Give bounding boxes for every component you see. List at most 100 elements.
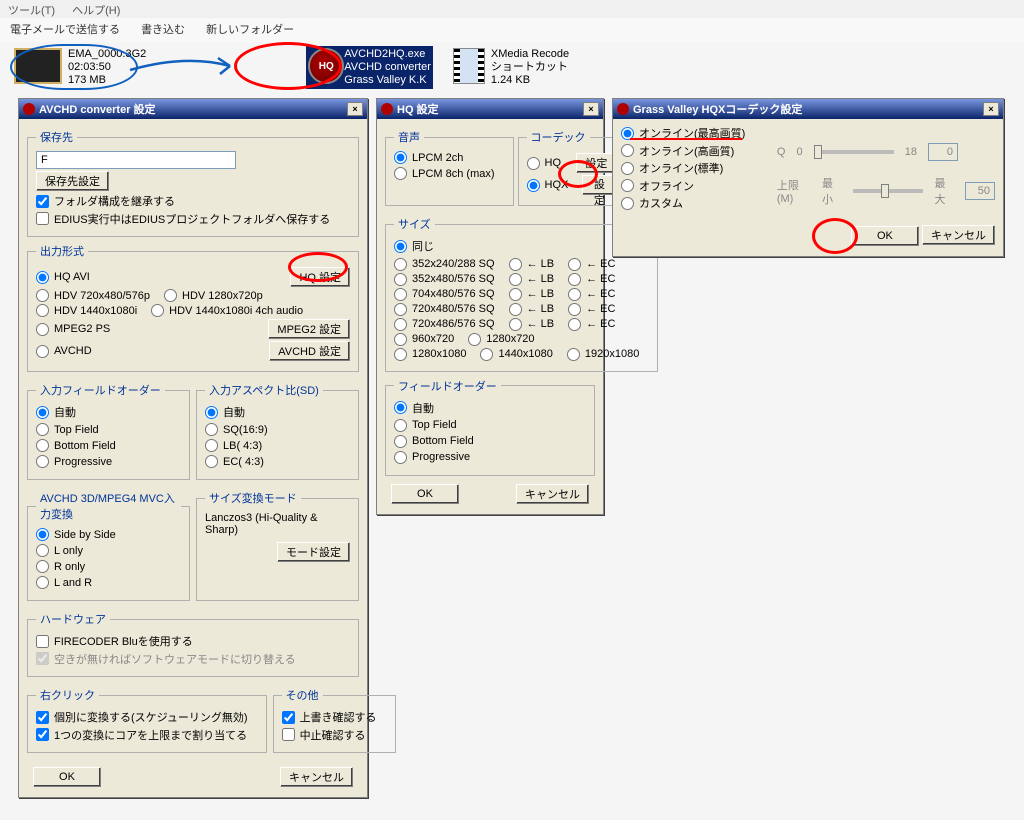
dlg2-close-button[interactable]: × bbox=[583, 102, 599, 116]
group-field-order-2: フィールドオーダー 自動 Top Field Bottom Field Prog… bbox=[385, 378, 595, 476]
radio-asp-auto[interactable]: 自動 bbox=[205, 404, 278, 420]
toolbar-new-folder[interactable]: 新しいフォルダー bbox=[206, 24, 294, 36]
radio-size-6[interactable]: 960x720 bbox=[394, 333, 454, 346]
dlg3-close-button[interactable]: × bbox=[983, 102, 999, 116]
radio-size-4[interactable]: 720x480/576 SQ bbox=[394, 303, 495, 316]
inherit-folder-check[interactable]: フォルダ構成を継承する bbox=[36, 193, 175, 209]
edius-check[interactable]: EDIUS実行中はEDIUSプロジェクトフォルダへ保存する bbox=[36, 211, 330, 227]
radio-size-2-lb[interactable]: ← LB bbox=[509, 273, 555, 286]
file-video[interactable]: EMA_0000.3G2 02:03:50 173 MB bbox=[12, 46, 148, 89]
radio-fo2-top[interactable]: Top Field bbox=[394, 419, 490, 432]
dlg1-cancel-button[interactable]: キャンセル bbox=[280, 767, 353, 787]
radio-fo2-bottom[interactable]: Bottom Field bbox=[394, 435, 490, 448]
radio-mvc-lonly[interactable]: L only bbox=[36, 544, 109, 557]
radio-size-7[interactable]: 1280x720 bbox=[468, 333, 534, 346]
limit-slider[interactable] bbox=[853, 189, 924, 193]
radio-mpeg2[interactable]: MPEG2 PS bbox=[36, 323, 110, 336]
radio-hq-avi[interactable]: HQ AVI bbox=[36, 271, 90, 284]
radio-mode-high[interactable]: オンライン(高画質) bbox=[621, 143, 734, 159]
radio-asp-lb[interactable]: LB( 4:3) bbox=[205, 439, 278, 452]
radio-fo-prog[interactable]: Progressive bbox=[36, 455, 109, 468]
q-max: 18 bbox=[905, 146, 917, 158]
radio-mode-custom[interactable]: カスタム bbox=[621, 195, 683, 211]
fallback-check: 空きが無ければソフトウェアモードに切り替える bbox=[36, 651, 296, 667]
radio-hdv-sd[interactable]: HDV 720x480/576p bbox=[36, 289, 150, 302]
overwrite-confirm-check[interactable]: 上書き確認する bbox=[282, 709, 377, 725]
dlg1-ok-button[interactable]: OK bbox=[33, 767, 101, 787]
toolbar-send-mail[interactable]: 電子メールで送信する bbox=[10, 24, 120, 36]
radio-size-same[interactable]: 同じ bbox=[394, 238, 434, 254]
radio-lpcm2[interactable]: LPCM 2ch bbox=[394, 151, 463, 164]
radio-avchd[interactable]: AVCHD bbox=[36, 345, 92, 358]
radio-asp-ec[interactable]: EC( 4:3) bbox=[205, 455, 278, 468]
legend-field-order: 入力フィールドオーダー bbox=[36, 382, 165, 398]
radio-size-1[interactable]: 352x240/288 SQ bbox=[394, 258, 495, 271]
app-icon bbox=[23, 103, 35, 115]
radio-fo-auto[interactable]: 自動 bbox=[36, 404, 109, 420]
radio-fo-top[interactable]: Top Field bbox=[36, 423, 109, 436]
legend-fo2: フィールドオーダー bbox=[394, 378, 501, 394]
menu-tools[interactable]: ツール(T) bbox=[8, 5, 55, 17]
radio-hdv-1080[interactable]: HDV 1440x1080i bbox=[36, 304, 137, 317]
radio-size-5-ec[interactable]: ← EC bbox=[568, 318, 615, 331]
abort-confirm-check[interactable]: 中止確認する bbox=[282, 727, 366, 743]
radio-mode-std[interactable]: オンライン(標準) bbox=[621, 160, 723, 176]
radio-size-1-ec[interactable]: ← EC bbox=[568, 258, 615, 271]
radio-size-4-ec[interactable]: ← EC bbox=[568, 303, 615, 316]
radio-size-3[interactable]: 704x480/576 SQ bbox=[394, 288, 495, 301]
radio-asp-sq[interactable]: SQ(16:9) bbox=[205, 423, 278, 436]
radio-fo-bottom[interactable]: Bottom Field bbox=[36, 439, 109, 452]
dlg1-close-button[interactable]: × bbox=[347, 102, 363, 116]
q-slider[interactable] bbox=[814, 150, 894, 154]
radio-fo2-prog[interactable]: Progressive bbox=[394, 451, 490, 464]
menu-help[interactable]: ヘルプ(H) bbox=[72, 5, 120, 17]
radio-codec-hq[interactable]: HQ bbox=[527, 157, 562, 170]
dlg3-cancel-button[interactable]: キャンセル bbox=[922, 225, 995, 245]
radio-mvc-sbs[interactable]: Side by Side bbox=[36, 528, 109, 541]
dlg3-ok-button[interactable]: OK bbox=[851, 226, 919, 246]
radio-size-5-lb[interactable]: ← LB bbox=[509, 318, 555, 331]
radio-size-5[interactable]: 720x486/576 SQ bbox=[394, 318, 495, 331]
radio-size-10[interactable]: 1920x1080 bbox=[567, 348, 639, 361]
hq-settings-button[interactable]: HQ 設定 bbox=[290, 267, 350, 287]
file-app[interactable]: HQ AVCHD2HQ.exe AVCHD converter Grass Va… bbox=[306, 46, 433, 89]
dlg1-titlebar[interactable]: AVCHD converter 設定 × bbox=[19, 99, 367, 119]
dlg2-cancel-button[interactable]: キャンセル bbox=[516, 484, 589, 504]
radio-hdv-1080-4ch[interactable]: HDV 1440x1080i 4ch audio bbox=[151, 304, 303, 317]
mpeg2-settings-button[interactable]: MPEG2 設定 bbox=[268, 319, 350, 339]
dlg2-ok-button[interactable]: OK bbox=[391, 484, 459, 504]
radio-size-2[interactable]: 352x480/576 SQ bbox=[394, 273, 495, 286]
dlg3-titlebar[interactable]: Grass Valley HQXコーデック設定 × bbox=[613, 99, 1003, 119]
firecoder-check[interactable]: FIRECODER Bluを使用する bbox=[36, 633, 193, 649]
save-path-input[interactable] bbox=[36, 151, 236, 169]
radio-size-9[interactable]: 1440x1080 bbox=[480, 348, 552, 361]
radio-size-3-ec[interactable]: ← EC bbox=[568, 288, 615, 301]
dlg2-titlebar[interactable]: HQ 設定 × bbox=[377, 99, 603, 119]
toolbar-write[interactable]: 書き込む bbox=[141, 24, 185, 36]
file-shortcut[interactable]: XMedia Recode ショートカット 1.24 KB bbox=[451, 46, 571, 89]
radio-size-4-lb[interactable]: ← LB bbox=[509, 303, 555, 316]
core-allocate-check[interactable]: 1つの変換にコアを上限まで割り当てる bbox=[36, 727, 247, 743]
radio-size-1-lb[interactable]: ← LB bbox=[509, 258, 555, 271]
radio-size-3-lb[interactable]: ← LB bbox=[509, 288, 555, 301]
codec-hq-settings-button[interactable]: 設定 bbox=[576, 153, 616, 173]
resize-mode-button[interactable]: モード設定 bbox=[277, 542, 350, 562]
radio-mode-offline[interactable]: オフライン bbox=[621, 178, 694, 194]
radio-lpcm8[interactable]: LPCM 8ch (max) bbox=[394, 167, 495, 180]
group-field-order: 入力フィールドオーダー 自動 Top Field Bottom Field Pr… bbox=[27, 382, 190, 480]
radio-mode-best[interactable]: オンライン(最高画質) bbox=[621, 125, 745, 141]
avchd-settings-button[interactable]: AVCHD 設定 bbox=[269, 341, 350, 361]
radio-size-2-ec[interactable]: ← EC bbox=[568, 273, 615, 286]
radio-mvc-lr[interactable]: L and R bbox=[36, 576, 109, 589]
radio-size-8[interactable]: 1280x1080 bbox=[394, 348, 466, 361]
radio-mvc-ronly[interactable]: R only bbox=[36, 560, 109, 573]
individual-convert-check[interactable]: 個別に変換する(スケジューリング無効) bbox=[36, 709, 248, 725]
radio-fo2-auto[interactable]: 自動 bbox=[394, 400, 490, 416]
radio-codec-hqx[interactable]: HQX bbox=[527, 179, 569, 192]
radio-hdv-720[interactable]: HDV 1280x720p bbox=[164, 289, 263, 302]
legend-codec: コーデック bbox=[527, 129, 590, 145]
toolbar: 電子メールで送信する 書き込む 新しいフォルダー bbox=[0, 18, 1024, 42]
group-codec: コーデック HQ 設定 HQX 設定 bbox=[518, 129, 626, 206]
save-path-button[interactable]: 保存先設定 bbox=[36, 171, 109, 191]
resize-label: Lanczos3 (Hi-Quality & Sharp) bbox=[205, 512, 350, 536]
